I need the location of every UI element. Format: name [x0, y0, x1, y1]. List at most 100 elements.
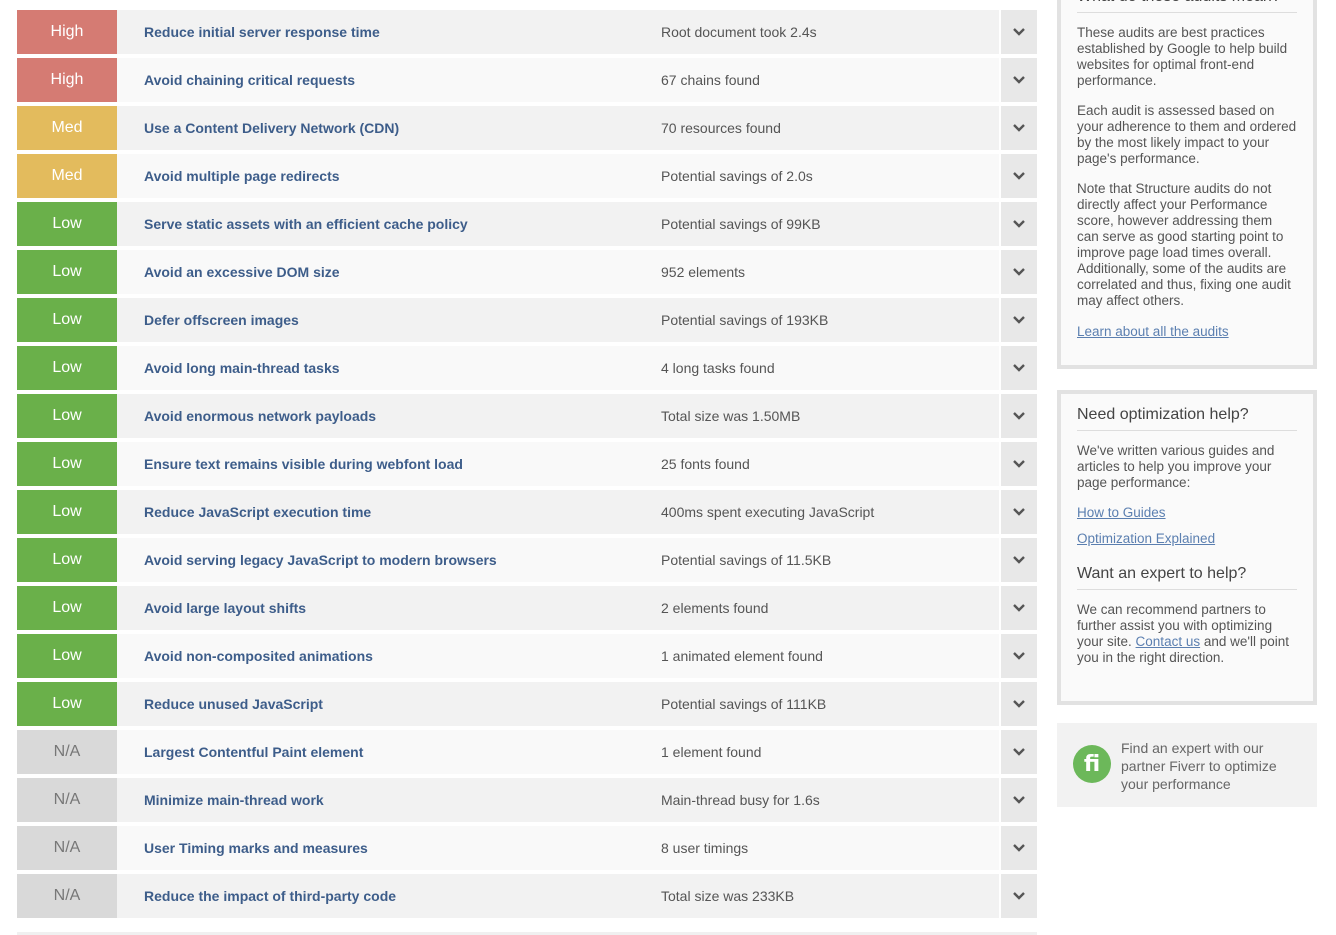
expand-toggle-button[interactable] — [999, 250, 1037, 294]
priority-badge: Low — [17, 250, 117, 294]
chevron-down-icon — [1013, 556, 1025, 564]
audit-title[interactable]: Avoid chaining critical requests — [144, 58, 355, 102]
expand-toggle-button[interactable] — [999, 634, 1037, 678]
expand-toggle-button[interactable] — [999, 298, 1037, 342]
panel-paragraph: We've written various guides and article… — [1077, 443, 1275, 490]
priority-badge: High — [17, 10, 117, 54]
audit-title[interactable]: Defer offscreen images — [144, 298, 299, 342]
expand-toggle-button[interactable] — [999, 442, 1037, 486]
how-to-guides-link[interactable]: How to Guides — [1077, 505, 1166, 520]
expand-toggle-button[interactable] — [999, 874, 1037, 918]
audit-detail: 8 user timings — [661, 840, 749, 856]
expand-toggle-button[interactable] — [999, 202, 1037, 246]
audit-row[interactable]: Low Avoid long main-thread tasks 4 long ta… — [17, 346, 1037, 390]
audit-title[interactable]: Avoid multiple page redirects — [144, 154, 340, 198]
learn-audits-link[interactable]: Learn about all the audits — [1077, 324, 1229, 339]
audit-detail: Potential savings of 111KB — [661, 696, 827, 712]
audit-title[interactable]: User Timing marks and measures — [144, 826, 368, 870]
panel-paragraph: These audits are best practices establis… — [1077, 25, 1288, 88]
audit-title[interactable]: Avoid large layout shifts — [144, 586, 306, 630]
audit-detail: Main-thread busy for 1.6s — [661, 792, 820, 808]
audit-row[interactable]: Low Avoid serving legacy JavaScript to mo… — [17, 538, 1037, 582]
expand-toggle-button[interactable] — [999, 826, 1037, 870]
panel-heading: Want an expert to help? — [1077, 565, 1297, 590]
audit-detail: Total size was 1.50MB — [661, 408, 801, 424]
expand-toggle-button[interactable] — [999, 682, 1037, 726]
chevron-down-icon — [1013, 124, 1025, 132]
audit-row[interactable]: High Reduce initial server response time R… — [17, 10, 1037, 54]
audit-title[interactable]: Reduce unused JavaScript — [144, 682, 323, 726]
audit-title[interactable]: Minimize main-thread work — [144, 778, 324, 822]
audit-title[interactable]: Avoid long main-thread tasks — [144, 346, 340, 390]
audit-title[interactable]: Ensure text remains visible during webfo… — [144, 442, 463, 486]
expand-toggle-button[interactable] — [999, 106, 1037, 150]
audit-row[interactable]: Low Ensure text remains visible during we… — [17, 442, 1037, 486]
audit-row[interactable]: Low Avoid enormous network payloads Total … — [17, 394, 1037, 438]
priority-badge: Med — [17, 106, 117, 150]
audit-title[interactable]: Serve static assets with an efficient ca… — [144, 202, 468, 246]
audit-row[interactable]: Low Reduce unused JavaScript Potential sav… — [17, 682, 1037, 726]
priority-badge: Low — [17, 346, 117, 390]
audit-row[interactable]: Low Avoid non-composited animations 1 anim… — [17, 634, 1037, 678]
priority-badge: Low — [17, 538, 117, 582]
audit-row[interactable]: Low Avoid an excessive DOM size 952 elemen… — [17, 250, 1037, 294]
chevron-down-icon — [1013, 604, 1025, 612]
optimization-explained-link[interactable]: Optimization Explained — [1077, 531, 1215, 546]
audit-row[interactable]: N/A Largest Contentful Paint element 1 ele… — [17, 730, 1037, 774]
audit-title[interactable]: Largest Contentful Paint element — [144, 730, 363, 774]
audit-title[interactable]: Avoid non-composited animations — [144, 634, 373, 678]
priority-badge: N/A — [17, 730, 117, 774]
audit-list: High Reduce initial server response time R… — [17, 10, 1037, 922]
audit-title[interactable]: Reduce initial server response time — [144, 10, 380, 54]
audit-row[interactable]: Low Reduce JavaScript execution time 400ms… — [17, 490, 1037, 534]
expand-toggle-button[interactable] — [999, 154, 1037, 198]
audit-title[interactable]: Avoid enormous network payloads — [144, 394, 376, 438]
contact-us-link[interactable]: Contact us — [1136, 634, 1201, 649]
audit-title[interactable]: Reduce the impact of third-party code — [144, 874, 396, 918]
audit-title[interactable]: Use a Content Delivery Network (CDN) — [144, 106, 399, 150]
audit-row[interactable]: Med Use a Content Delivery Network (CDN) 7… — [17, 106, 1037, 150]
expand-toggle-button[interactable] — [999, 490, 1037, 534]
audit-row[interactable]: N/A User Timing marks and measures 8 user … — [17, 826, 1037, 870]
audit-row[interactable]: High Avoid chaining critical requests 67 c… — [17, 58, 1037, 102]
chevron-down-icon — [1013, 652, 1025, 660]
expand-toggle-button[interactable] — [999, 394, 1037, 438]
audit-detail: 25 fonts found — [661, 456, 750, 472]
audit-title[interactable]: Reduce JavaScript execution time — [144, 490, 371, 534]
audit-detail: Potential savings of 2.0s — [661, 168, 813, 184]
audit-title[interactable]: Avoid an excessive DOM size — [144, 250, 340, 294]
audit-row[interactable]: Low Serve static assets with an efficient… — [17, 202, 1037, 246]
chevron-down-icon — [1013, 268, 1025, 276]
expand-toggle-button[interactable] — [999, 58, 1037, 102]
audit-row[interactable]: N/A Reduce the impact of third-party code… — [17, 874, 1037, 918]
audit-detail: 4 long tasks found — [661, 360, 775, 376]
audit-row[interactable]: N/A Minimize main-thread work Main-thread … — [17, 778, 1037, 822]
chevron-down-icon — [1013, 700, 1025, 708]
audit-row[interactable]: Med Avoid multiple page redirects Potentia… — [17, 154, 1037, 198]
expand-toggle-button[interactable] — [999, 346, 1037, 390]
expand-toggle-button[interactable] — [999, 778, 1037, 822]
expand-toggle-button[interactable] — [999, 730, 1037, 774]
panel-paragraph: We can recommend partners to further ass… — [1077, 602, 1297, 666]
priority-badge: Low — [17, 586, 117, 630]
chevron-down-icon — [1013, 220, 1025, 228]
audit-row[interactable]: Low Avoid large layout shifts 2 elements f… — [17, 586, 1037, 630]
fiverr-promo[interactable]: fi Find an expert with our partner Fiver… — [1057, 723, 1317, 807]
audit-detail: Potential savings of 193KB — [661, 312, 829, 328]
priority-badge: N/A — [17, 826, 117, 870]
audits-info-panel: What do these audits mean? These audits … — [1057, 0, 1317, 369]
chevron-down-icon — [1013, 172, 1025, 180]
priority-badge: Low — [17, 490, 117, 534]
expand-toggle-button[interactable] — [999, 538, 1037, 582]
expand-toggle-button[interactable] — [999, 10, 1037, 54]
audit-title[interactable]: Avoid serving legacy JavaScript to moder… — [144, 538, 497, 582]
expand-toggle-button[interactable] — [999, 586, 1037, 630]
audit-detail: 67 chains found — [661, 72, 760, 88]
panel-heading: Need optimization help? — [1077, 406, 1297, 431]
priority-badge: High — [17, 58, 117, 102]
chevron-down-icon — [1013, 28, 1025, 36]
audit-detail: 952 elements — [661, 264, 746, 280]
audit-row[interactable]: Low Defer offscreen images Potential savin… — [17, 298, 1037, 342]
chevron-down-icon — [1013, 364, 1025, 372]
panel-paragraph: Note that Structure audits do not direct… — [1077, 181, 1291, 308]
